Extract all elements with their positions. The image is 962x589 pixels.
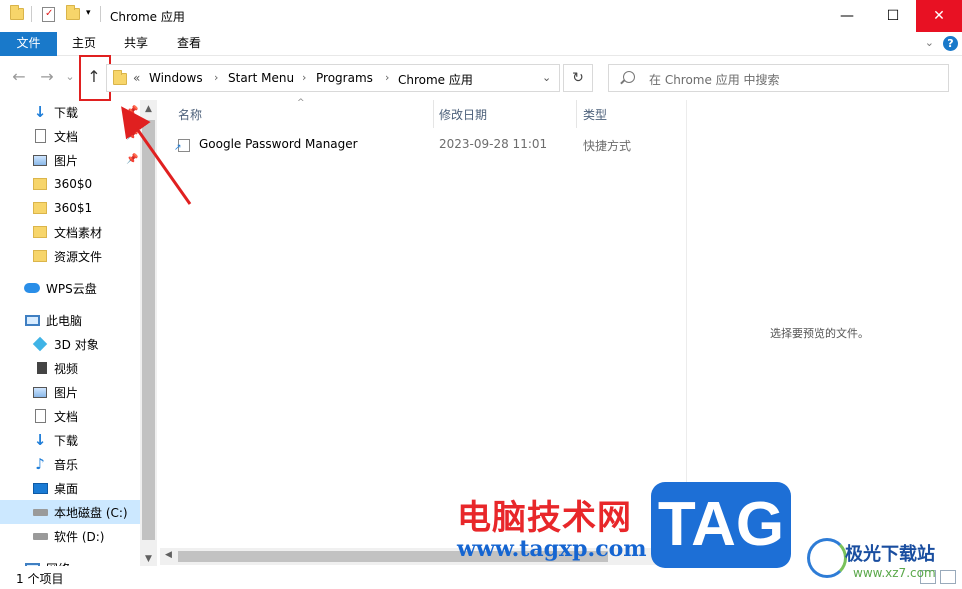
shortcut-icon [174,139,190,153]
watermark-site-name: 电脑技术网 [457,498,632,538]
column-header-name[interactable]: 名称 [178,106,202,123]
scroll-left-icon[interactable]: ◀ [165,550,172,560]
column-divider[interactable] [576,100,577,128]
column-divider[interactable] [433,100,434,128]
watermark-tag-logo: TAG [651,482,791,568]
watermark-site-url: www.tagxp.com [457,536,647,562]
watermark-brand-logo [807,538,847,578]
file-row[interactable]: Google Password Manager 2023-09-28 11:01… [172,136,682,154]
item-count: 1 个项目 [16,572,64,586]
column-header-modified[interactable]: 修改日期 [439,106,487,123]
sort-ascending-icon: ^ [297,98,305,108]
watermark-brand: 极光下载站 [845,544,935,565]
preview-empty-text: 选择要预览的文件。 [770,327,869,340]
file-type: 快捷方式 [583,139,632,153]
column-header-type[interactable]: 类型 [583,106,607,123]
large-icons-view-icon[interactable] [940,570,956,584]
file-modified: 2023-09-28 11:01 [439,137,548,151]
file-name: Google Password Manager [199,137,358,151]
watermark-brand-url: www.xz7.com [853,566,936,580]
